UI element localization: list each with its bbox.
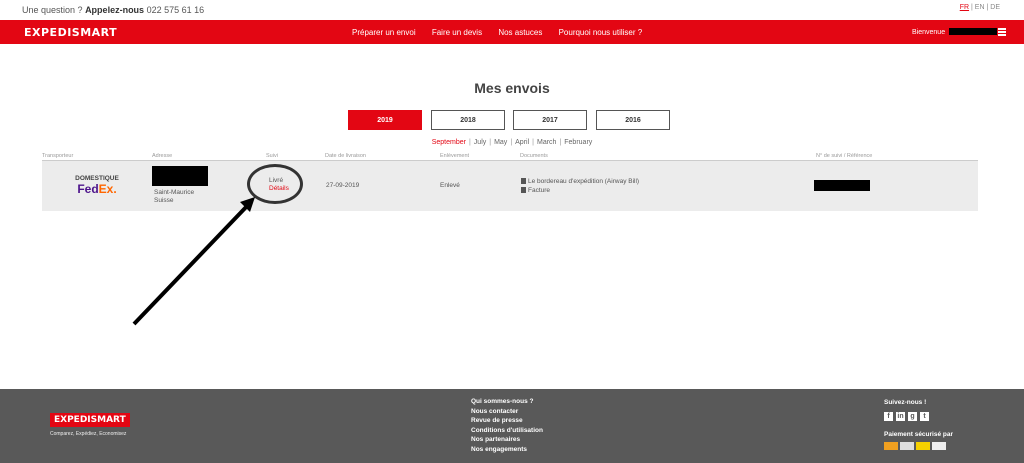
- footer-link-terms[interactable]: Conditions d'utilisation: [471, 426, 543, 436]
- footer: EXPEDISMART Comparez, Expédiez, Economis…: [0, 389, 1024, 463]
- footer-link-contact[interactable]: Nous contacter: [471, 407, 543, 417]
- footer-tagline: Comparez, Expédiez, Economisez: [50, 431, 127, 437]
- footer-links: Qui sommes-nous ? Nous contacter Revue d…: [471, 397, 543, 455]
- social-links: f in g t: [884, 412, 932, 430]
- footer-link-commitments[interactable]: Nos engagements: [471, 445, 543, 455]
- twitter-icon[interactable]: t: [920, 412, 929, 421]
- linkedin-icon[interactable]: in: [896, 412, 905, 421]
- facebook-icon[interactable]: f: [884, 412, 893, 421]
- footer-logo[interactable]: EXPEDISMART: [50, 413, 130, 427]
- card-icon: [932, 442, 946, 450]
- postfinance-icon: [916, 442, 930, 450]
- visa-icon: [900, 442, 914, 450]
- footer-link-press[interactable]: Revue de presse: [471, 416, 543, 426]
- footer-link-partners[interactable]: Nos partenaires: [471, 435, 543, 445]
- footer-link-about[interactable]: Qui sommes-nous ?: [471, 397, 543, 407]
- mastercard-icon: [884, 442, 898, 450]
- follow-label: Suivez-nous !: [884, 399, 927, 406]
- payment-label: Paiement sécurisé par: [884, 431, 954, 438]
- googleplus-icon[interactable]: g: [908, 412, 917, 421]
- payment-cards: [884, 442, 948, 460]
